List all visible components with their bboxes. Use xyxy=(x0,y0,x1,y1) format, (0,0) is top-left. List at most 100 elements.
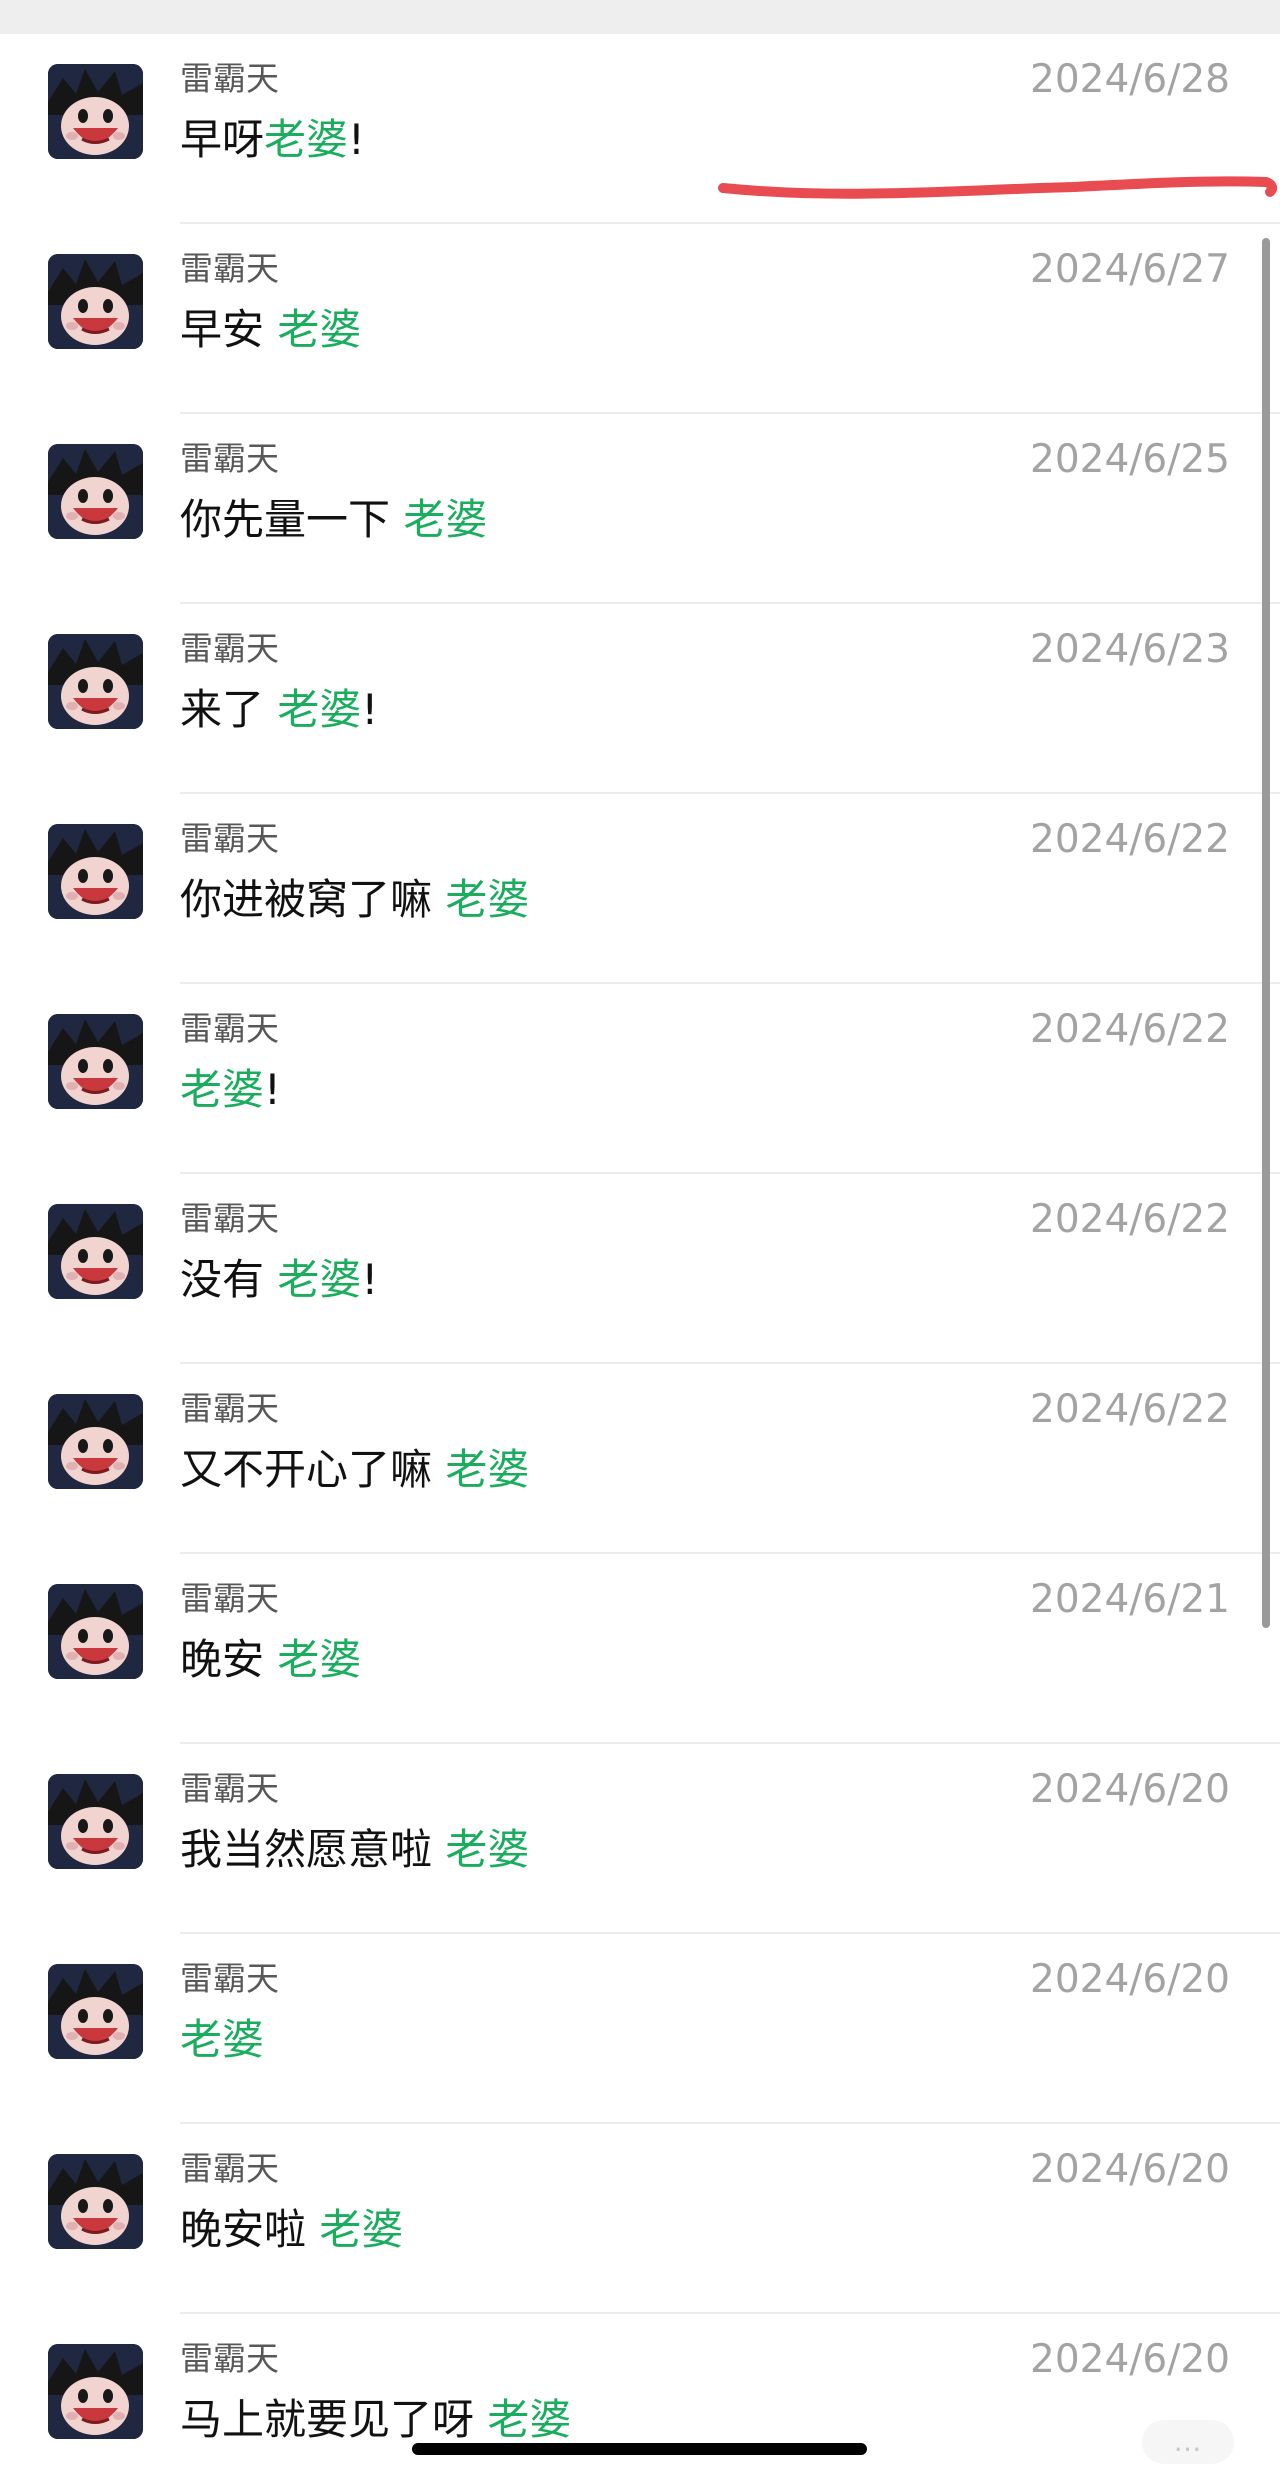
message-date: 2024/6/22 xyxy=(1030,817,1230,862)
sender-name: 雷霸天 xyxy=(180,629,279,668)
search-keyword-highlight: 老婆 xyxy=(277,305,362,354)
cartoon-boy-avatar-icon xyxy=(48,2154,143,2249)
sender-name: 雷霸天 xyxy=(180,1959,279,1998)
search-keyword-highlight: 老婆 xyxy=(277,1635,362,1684)
message-text-before: 晚安 xyxy=(180,1635,278,1684)
search-keyword-highlight: 老婆 xyxy=(319,2205,404,2254)
search-result-row[interactable]: 雷霸天 2024/6/20 马上就要见了呀 老婆 xyxy=(0,2314,1280,2484)
search-keyword-highlight: 老婆 xyxy=(180,1065,265,1114)
message-preview: 晚安 老婆 xyxy=(180,1634,361,1686)
message-date: 2024/6/20 xyxy=(1030,2337,1230,2382)
sender-name: 雷霸天 xyxy=(180,2339,279,2378)
avatar xyxy=(48,64,143,159)
search-result-row[interactable]: 雷霸天 2024/6/20 晚安啦 老婆 xyxy=(0,2124,1280,2314)
search-keyword-highlight: 老婆 xyxy=(403,495,488,544)
search-result-row[interactable]: 雷霸天 2024/6/23 来了 老婆! xyxy=(0,604,1280,794)
message-text-before: 没有 xyxy=(180,1255,278,1304)
message-date: 2024/6/23 xyxy=(1030,627,1230,672)
cartoon-boy-avatar-icon xyxy=(48,1394,143,1489)
avatar xyxy=(48,254,143,349)
message-text-before: 你进被窝了嘛 xyxy=(180,875,446,924)
cartoon-boy-avatar-icon xyxy=(48,64,143,159)
message-date: 2024/6/27 xyxy=(1030,247,1230,292)
message-text-before: 马上就要见了呀 xyxy=(180,2395,488,2444)
search-result-row[interactable]: 雷霸天 2024/6/22 没有 老婆! xyxy=(0,1174,1280,1364)
sender-name: 雷霸天 xyxy=(180,1199,279,1238)
message-preview: 没有 老婆! xyxy=(180,1254,378,1306)
avatar xyxy=(48,1014,143,1109)
message-preview: 晚安啦 老婆 xyxy=(180,2204,403,2256)
sender-name: 雷霸天 xyxy=(180,1769,279,1808)
avatar xyxy=(48,1584,143,1679)
watermark-badge: … xyxy=(1142,2420,1234,2464)
message-preview: 又不开心了嘛 老婆 xyxy=(180,1444,529,1496)
cartoon-boy-avatar-icon xyxy=(48,1014,143,1109)
sender-name: 雷霸天 xyxy=(180,249,279,288)
search-keyword-highlight: 老婆 xyxy=(445,1445,530,1494)
chat-search-results-list[interactable]: 雷霸天 2024/6/28 早呀老婆! 雷霸天 2024/6/27 早安 老婆 xyxy=(0,34,1280,2484)
search-keyword-highlight: 老婆 xyxy=(180,2015,265,2064)
avatar xyxy=(48,1774,143,1869)
search-result-row[interactable]: 雷霸天 2024/6/21 晚安 老婆 xyxy=(0,1554,1280,1744)
search-result-row[interactable]: 雷霸天 2024/6/22 又不开心了嘛 老婆 xyxy=(0,1364,1280,1554)
message-text-before: 你先量一下 xyxy=(180,495,404,544)
message-preview: 早呀老婆! xyxy=(180,114,365,166)
search-keyword-highlight: 老婆 xyxy=(264,115,349,164)
vertical-scrollbar[interactable] xyxy=(1262,238,1270,1628)
search-result-row[interactable]: 雷霸天 2024/6/22 你进被窝了嘛 老婆 xyxy=(0,794,1280,984)
avatar xyxy=(48,2344,143,2439)
sender-name: 雷霸天 xyxy=(180,59,279,98)
message-text-before: 早呀 xyxy=(180,115,265,164)
cartoon-boy-avatar-icon xyxy=(48,1584,143,1679)
sender-name: 雷霸天 xyxy=(180,439,279,478)
home-indicator[interactable] xyxy=(412,2443,867,2455)
avatar xyxy=(48,634,143,729)
message-date: 2024/6/20 xyxy=(1030,1767,1230,1812)
cartoon-boy-avatar-icon xyxy=(48,634,143,729)
avatar xyxy=(48,1204,143,1299)
message-text-after: ! xyxy=(264,1065,281,1114)
message-date: 2024/6/22 xyxy=(1030,1387,1230,1432)
search-keyword-highlight: 老婆 xyxy=(487,2395,572,2444)
message-preview: 马上就要见了呀 老婆 xyxy=(180,2394,571,2446)
search-keyword-highlight: 老婆 xyxy=(445,1825,530,1874)
red-underline-annotation xyxy=(718,176,1278,199)
cartoon-boy-avatar-icon xyxy=(48,1964,143,2059)
message-text-before: 我当然愿意啦 xyxy=(180,1825,446,1874)
message-date: 2024/6/21 xyxy=(1030,1577,1230,1622)
avatar xyxy=(48,2154,143,2249)
message-date: 2024/6/20 xyxy=(1030,1957,1230,2002)
avatar xyxy=(48,824,143,919)
message-date: 2024/6/22 xyxy=(1030,1197,1230,1242)
cartoon-boy-avatar-icon xyxy=(48,444,143,539)
search-keyword-highlight: 老婆 xyxy=(277,1255,362,1304)
message-text-before: 来了 xyxy=(180,685,278,734)
sender-name: 雷霸天 xyxy=(180,2149,279,2188)
search-keyword-highlight: 老婆 xyxy=(277,685,362,734)
cartoon-boy-avatar-icon xyxy=(48,824,143,919)
search-result-row[interactable]: 雷霸天 2024/6/20 我当然愿意啦 老婆 xyxy=(0,1744,1280,1934)
sender-name: 雷霸天 xyxy=(180,1009,279,1048)
message-preview: 老婆! xyxy=(180,1064,281,1116)
message-preview: 早安 老婆 xyxy=(180,304,361,356)
message-text-before: 又不开心了嘛 xyxy=(180,1445,446,1494)
search-result-row[interactable]: 雷霸天 2024/6/22 老婆! xyxy=(0,984,1280,1174)
message-date: 2024/6/28 xyxy=(1030,57,1230,102)
message-text-before: 晚安啦 xyxy=(180,2205,320,2254)
avatar xyxy=(48,444,143,539)
sender-name: 雷霸天 xyxy=(180,819,279,858)
search-result-row[interactable]: 雷霸天 2024/6/25 你先量一下 老婆 xyxy=(0,414,1280,604)
cartoon-boy-avatar-icon xyxy=(48,254,143,349)
message-date: 2024/6/25 xyxy=(1030,437,1230,482)
avatar xyxy=(48,1964,143,2059)
search-keyword-highlight: 老婆 xyxy=(445,875,530,924)
search-result-row[interactable]: 雷霸天 2024/6/27 早安 老婆 xyxy=(0,224,1280,414)
cartoon-boy-avatar-icon xyxy=(48,2344,143,2439)
search-result-row[interactable]: 雷霸天 2024/6/20 老婆 xyxy=(0,1934,1280,2124)
sender-name: 雷霸天 xyxy=(180,1389,279,1428)
message-text-after: ! xyxy=(361,685,379,734)
message-text-after: ! xyxy=(361,1255,379,1304)
message-date: 2024/6/22 xyxy=(1030,1007,1230,1052)
avatar xyxy=(48,1394,143,1489)
message-preview: 我当然愿意啦 老婆 xyxy=(180,1824,529,1876)
